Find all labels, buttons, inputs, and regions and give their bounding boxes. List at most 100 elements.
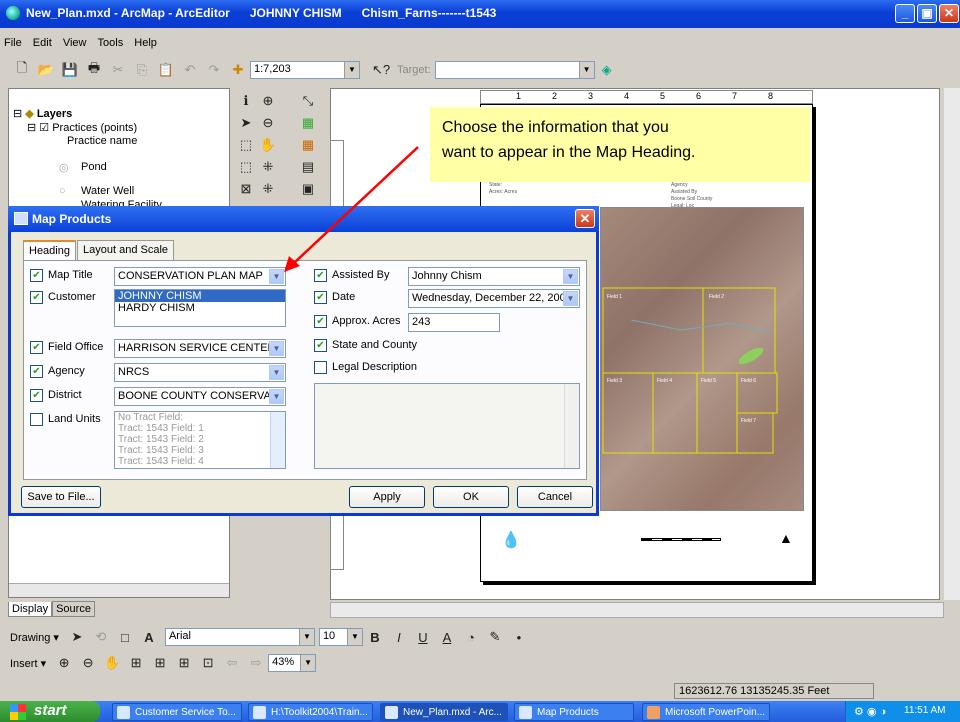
land-units-list[interactable]: No Tract Field: Tract: 1543 Field: 1 Tra… (114, 411, 286, 469)
italic-icon[interactable]: I (390, 628, 408, 646)
underline-icon[interactable]: U (414, 628, 432, 646)
district-select[interactable]: BOONE COUNTY CONSERVATI ▼ (114, 387, 286, 406)
customer-list[interactable]: JOHNNY CHISM HARDY CHISM (114, 289, 286, 327)
zoom-whole-page-icon[interactable]: ⊞ (127, 654, 145, 672)
whats-this-icon[interactable]: ↖? (372, 61, 390, 79)
field-office-checkbox[interactable]: ✔ (30, 341, 43, 354)
insert-menu[interactable]: Insert ▾ (10, 657, 46, 670)
agency-select[interactable]: NRCS ▼ (114, 363, 286, 382)
save-to-file-button[interactable]: Save to File... (21, 486, 101, 508)
editor-icon[interactable]: ◈ (598, 61, 616, 79)
menu-tools[interactable]: Tools (94, 34, 128, 52)
apply-button[interactable]: Apply (349, 486, 425, 508)
layers-node[interactable]: ⊟ ◆ Layers (13, 107, 72, 120)
whole-page-icon[interactable]: ▦ (299, 136, 317, 154)
undo-icon[interactable]: ↶ (181, 61, 199, 79)
marker-color-icon[interactable]: • (510, 628, 528, 646)
field-office-select[interactable]: HARRISON SERVICE CENTER ▼ (114, 339, 286, 358)
rotate-icon[interactable]: ⟲ (92, 628, 110, 646)
legal-description-textarea[interactable] (314, 383, 580, 469)
cancel-button[interactable]: Cancel (517, 486, 593, 508)
select-elements-icon[interactable]: ⬚ (237, 158, 255, 176)
add-data-icon[interactable]: ✚ (229, 61, 247, 79)
print-icon[interactable]: 🖶 (85, 60, 103, 79)
fixed-zoom-out-page-icon[interactable]: ⊞ (175, 654, 193, 672)
task-customer-service[interactable]: Customer Service To... (112, 703, 242, 721)
line-color-icon[interactable]: ✎ (486, 628, 504, 646)
task-map-products[interactable]: Map Products (514, 703, 634, 721)
save-icon[interactable]: 💾 (61, 61, 79, 79)
forward-extent-icon[interactable]: ⇨ (247, 654, 265, 672)
new-icon[interactable]: 🗋 (13, 60, 31, 79)
assisted-by-select[interactable]: Johnny Chism ▼ (408, 267, 580, 286)
land-unit-item[interactable]: Tract: 1543 Field: 4 (118, 456, 282, 467)
zoom-out-icon[interactable]: ⊖ (259, 114, 277, 132)
menu-view[interactable]: View (59, 34, 91, 52)
select-icon[interactable]: ➤ (237, 114, 255, 132)
ok-button[interactable]: OK (433, 486, 509, 508)
acres-checkbox[interactable]: ✔ (314, 315, 327, 328)
practices-node[interactable]: ⊟ ☑ Practices (points) (27, 121, 137, 134)
tray-icons[interactable]: ⚙ ◉ ◑ (854, 705, 886, 718)
fixed-zoom-in-icon[interactable]: ⁜ (259, 158, 277, 176)
identify-icon[interactable]: ℹ (237, 92, 255, 110)
copy-icon[interactable]: ⎘ (133, 61, 151, 79)
close-button[interactable]: ✕ (939, 4, 959, 23)
acres-input[interactable]: 243 (408, 313, 500, 332)
menu-file[interactable]: File (0, 34, 26, 52)
customer-item[interactable]: HARDY CHISM (115, 302, 285, 314)
tab-source[interactable]: Source (52, 601, 95, 617)
pan-page-icon[interactable]: ✋ (103, 654, 121, 672)
start-button[interactable]: start (0, 701, 100, 722)
land-units-checkbox[interactable] (30, 413, 43, 426)
select-elements-icon[interactable]: ➤ (68, 628, 86, 646)
font-color-icon[interactable]: A (438, 628, 456, 646)
cut-icon[interactable]: ✂ (109, 61, 127, 79)
tab-display[interactable]: Display (8, 602, 53, 617)
layout-hscroll[interactable] (330, 602, 944, 618)
target-combo[interactable]: ▼ (434, 61, 595, 79)
layout-zoom-icon[interactable]: ▦ (299, 114, 317, 132)
customer-checkbox[interactable]: ✔ (30, 291, 43, 304)
fixed-zoom-in-page-icon[interactable]: ⊞ (151, 654, 169, 672)
agency-checkbox[interactable]: ✔ (30, 365, 43, 378)
toc-hscroll[interactable] (9, 583, 229, 597)
task-toolkit-folder[interactable]: H:\Toolkit2004\Train... (248, 703, 373, 721)
date-picker[interactable]: Wednesday, December 22, 2004 ▼ (408, 289, 580, 308)
task-arcmap[interactable]: New_Plan.mxd - Arc... (380, 703, 508, 721)
text-icon[interactable]: A (140, 628, 158, 646)
legal-scrollbar[interactable] (564, 384, 579, 468)
land-units-scrollbar[interactable] (270, 412, 285, 468)
page-pan-icon[interactable]: ⤡ (299, 92, 317, 110)
assisted-by-checkbox[interactable]: ✔ (314, 269, 327, 282)
minimize-button[interactable]: _ (895, 4, 915, 23)
customer-item[interactable]: JOHNNY CHISM (115, 290, 285, 302)
zoom-100-page-icon[interactable]: ⊡ (199, 654, 217, 672)
dialog-close-button[interactable]: ✕ (575, 209, 595, 228)
state-county-checkbox[interactable]: ✔ (314, 339, 327, 352)
layout-vscroll[interactable] (944, 88, 960, 600)
legal-checkbox[interactable] (314, 361, 327, 374)
land-unit-item[interactable]: Tract: 1543 Field: 2 (118, 434, 282, 445)
date-checkbox[interactable]: ✔ (314, 291, 327, 304)
drawing-menu[interactable]: Drawing ▾ (10, 631, 59, 644)
tab-layout-scale[interactable]: Layout and Scale (77, 240, 175, 260)
zoom-out-page-icon[interactable]: ⊖ (79, 654, 97, 672)
zoom-in-page-icon[interactable]: ⊕ (55, 654, 73, 672)
focus-frame-icon[interactable]: ▣ (299, 180, 317, 198)
zoom-combo[interactable]: 43% ▼ (268, 654, 317, 672)
restore-button[interactable]: ▣ (917, 4, 937, 23)
select-features-icon[interactable]: ⬚ (237, 136, 255, 154)
back-extent-icon[interactable]: ⇦ (223, 654, 241, 672)
open-icon[interactable]: 📂 (37, 61, 55, 79)
zoom-100-icon[interactable]: ▤ (299, 158, 317, 176)
rectangle-icon[interactable]: □ (116, 628, 134, 646)
land-unit-item[interactable]: Tract: 1543 Field: 3 (118, 445, 282, 456)
task-powerpoint[interactable]: Microsoft PowerPoin... (642, 703, 770, 721)
menu-help[interactable]: Help (130, 34, 161, 52)
font-size-combo[interactable]: 10 ▼ (318, 628, 363, 646)
tab-heading[interactable]: Heading (23, 240, 76, 261)
full-extent-icon[interactable]: ⊠ (237, 180, 255, 198)
pan-icon[interactable]: ✋ (259, 136, 277, 154)
map-title-checkbox[interactable]: ✔ (30, 269, 43, 282)
